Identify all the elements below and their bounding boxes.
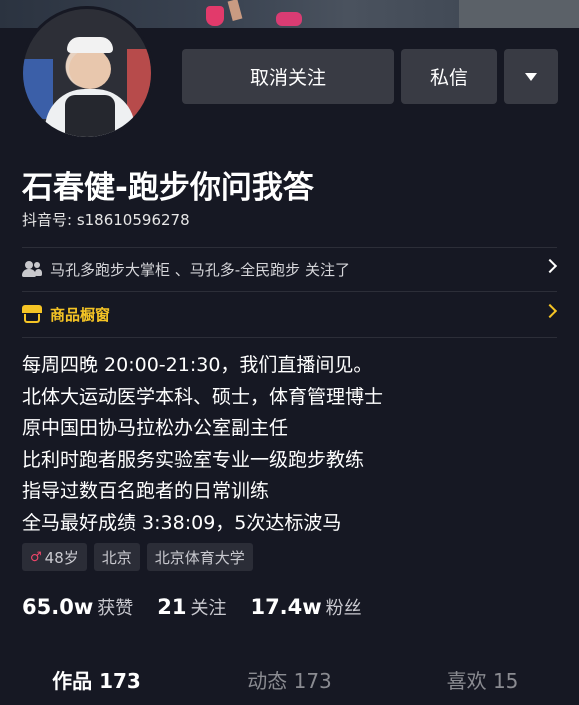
bio-line: 比利时跑者服务实验室专业一级跑步教练 — [22, 448, 365, 471]
bio: 每周四晚 20:00-21:30，我们直播间见。 北体大运动医学本科、硕士，体育… — [22, 350, 383, 539]
unfollow-button[interactable]: 取消关注 — [182, 49, 394, 104]
followed-by-text: 马孔多跑步大掌柜 、马孔多-全民跑步 关注了 — [50, 260, 350, 279]
school-tag: 北京体育大学 — [146, 543, 253, 571]
cover-runner-leg — [227, 0, 243, 21]
chevron-right-icon — [542, 258, 558, 274]
profile-name: 石春健-跑步你问我答 — [22, 170, 314, 206]
bio-line: 每周四晚 20:00-21:30，我们直播间见。 — [22, 354, 373, 376]
bio-line: 北体大运动医学本科、硕士，体育管理博士 — [22, 385, 384, 408]
shop-window-label: 商品橱窗 — [50, 305, 111, 324]
likes-stat: 65.0w 获赞 — [22, 594, 133, 620]
gender-icon: ♂ — [30, 549, 42, 565]
bio-line: 原中国田协马拉松办公室副主任 — [22, 417, 289, 439]
city-tag: 北京 — [93, 543, 140, 571]
following-stat[interactable]: 21 关注 — [157, 594, 226, 620]
unfollow-button-label: 取消关注 — [249, 67, 326, 89]
shop-icon — [22, 305, 42, 323]
triangle-down-icon — [525, 72, 537, 81]
bio-line: 指导过数百名跑者的日常训练 — [22, 480, 270, 502]
divider — [22, 247, 557, 248]
profile-tabs: 作品 173 动态 173 喜欢 15 — [0, 665, 579, 705]
cover-ground — [459, 0, 579, 28]
avatar-crowd-right — [127, 49, 151, 119]
likes-count: 65.0w — [22, 595, 94, 619]
following-count: 21 — [157, 595, 187, 619]
avatar[interactable] — [20, 6, 154, 140]
following-label: 关注 — [190, 598, 227, 619]
fans-count: 17.4w — [250, 595, 322, 619]
likes-label: 获赞 — [97, 598, 134, 619]
cover-runner-shoe-2 — [276, 12, 302, 26]
message-button[interactable]: 私信 — [401, 49, 497, 104]
divider — [22, 337, 557, 338]
bio-line: 全马最好成绩 3:38:09，5次达标波马 — [22, 511, 342, 534]
avatar-face — [69, 49, 111, 89]
stats-row: 65.0w 获赞 21 关注 17.4w 粉丝 — [22, 594, 386, 620]
school-text: 北京体育大学 — [154, 548, 245, 567]
cover-runner-shoe — [206, 6, 224, 26]
divider — [22, 291, 557, 292]
tab-moments[interactable]: 动态 173 — [193, 665, 386, 705]
more-options-button[interactable] — [504, 49, 558, 104]
message-button-label: 私信 — [429, 67, 468, 89]
fans-label: 粉丝 — [325, 598, 362, 619]
tab-works[interactable]: 作品 173 — [0, 665, 193, 705]
fans-stat[interactable]: 17.4w 粉丝 — [250, 594, 361, 620]
avatar-cap — [67, 37, 113, 53]
avatar-vest — [65, 95, 115, 137]
douyin-id: 抖音号: s18610596278 — [22, 211, 190, 229]
chevron-right-icon — [542, 303, 558, 319]
tab-likes[interactable]: 喜欢 15 — [386, 665, 579, 705]
people-icon — [22, 261, 42, 277]
age-text: 48岁 — [44, 548, 79, 567]
profile-tags: ♂ 48岁 北京 北京体育大学 — [22, 543, 253, 571]
age-tag: ♂ 48岁 — [22, 543, 87, 571]
followed-by-row[interactable]: 马孔多跑步大掌柜 、马孔多-全民跑步 关注了 — [22, 250, 558, 288]
city-text: 北京 — [101, 548, 132, 567]
shop-window-row[interactable]: 商品橱窗 — [22, 295, 558, 333]
